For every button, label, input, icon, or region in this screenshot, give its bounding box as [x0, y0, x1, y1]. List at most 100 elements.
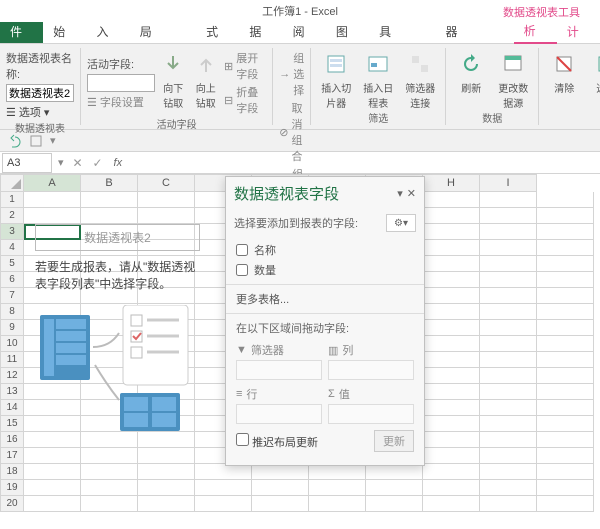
cell[interactable]	[138, 192, 195, 208]
cell[interactable]	[537, 240, 594, 256]
cell[interactable]	[537, 272, 594, 288]
cell[interactable]	[366, 480, 423, 496]
cancel-formula-button[interactable]: ✕	[68, 156, 88, 170]
row-header[interactable]: 16	[0, 432, 24, 448]
cell[interactable]	[423, 464, 480, 480]
drill-up-button[interactable]: 向上钻取	[192, 50, 221, 116]
cell[interactable]	[423, 384, 480, 400]
cell[interactable]	[537, 256, 594, 272]
cell[interactable]	[423, 432, 480, 448]
cell[interactable]	[309, 464, 366, 480]
pivot-field-pane[interactable]: 数据透视表字段 ▾✕ 选择要添加到报表的字段: ⚙▾ 名称 数量 更多表格...…	[225, 176, 425, 466]
cell[interactable]	[537, 208, 594, 224]
cell[interactable]	[537, 432, 594, 448]
row-header[interactable]: 14	[0, 400, 24, 416]
cell[interactable]	[81, 448, 138, 464]
cell[interactable]	[366, 496, 423, 512]
cell[interactable]	[81, 192, 138, 208]
row-header[interactable]: 6	[0, 272, 24, 288]
cell[interactable]	[423, 496, 480, 512]
row-header[interactable]: 19	[0, 480, 24, 496]
cell[interactable]	[195, 496, 252, 512]
cell[interactable]	[480, 240, 537, 256]
select-all-button[interactable]	[0, 174, 24, 192]
insert-timeline-button[interactable]: 插入日程表	[359, 50, 397, 110]
defer-layout-checkbox[interactable]: 推迟布局更新	[236, 433, 318, 450]
cell[interactable]	[24, 464, 81, 480]
worksheet-grid[interactable]: ABCGHI 1234567891011121314151617181920 数…	[0, 174, 600, 529]
clear-button[interactable]: 清除	[545, 50, 583, 123]
cell[interactable]	[480, 496, 537, 512]
cell[interactable]	[81, 480, 138, 496]
cell[interactable]	[252, 496, 309, 512]
cell[interactable]	[537, 288, 594, 304]
cell[interactable]	[423, 208, 480, 224]
cell[interactable]	[138, 480, 195, 496]
columns-drop-area[interactable]	[328, 360, 414, 380]
cell[interactable]	[480, 208, 537, 224]
row-header[interactable]: 17	[0, 448, 24, 464]
cell[interactable]	[195, 480, 252, 496]
more-tables-link[interactable]: 更多表格...	[226, 285, 424, 314]
column-header[interactable]: A	[24, 174, 81, 192]
drill-down-button[interactable]: 向下钻取	[159, 50, 188, 116]
cell[interactable]	[366, 464, 423, 480]
cell[interactable]	[423, 448, 480, 464]
field-checkbox-name[interactable]: 名称	[236, 240, 414, 260]
row-header[interactable]: 9	[0, 320, 24, 336]
enter-formula-button[interactable]: ✓	[88, 156, 108, 170]
cell[interactable]	[138, 464, 195, 480]
cell[interactable]	[252, 464, 309, 480]
cell[interactable]	[537, 336, 594, 352]
values-drop-area[interactable]	[328, 404, 414, 424]
pivot-name-input[interactable]	[6, 84, 74, 102]
cell[interactable]	[81, 496, 138, 512]
name-box[interactable]: A3	[2, 153, 52, 173]
cell[interactable]	[537, 192, 594, 208]
cell[interactable]	[423, 224, 480, 240]
cell[interactable]	[252, 480, 309, 496]
cell[interactable]	[423, 272, 480, 288]
cell[interactable]	[309, 496, 366, 512]
column-header[interactable]: C	[138, 174, 195, 192]
fx-button[interactable]: fx	[108, 157, 129, 169]
column-header[interactable]: H	[423, 174, 480, 192]
row-header[interactable]: 11	[0, 352, 24, 368]
cell[interactable]	[423, 368, 480, 384]
cell[interactable]	[537, 480, 594, 496]
row-header[interactable]: 4	[0, 240, 24, 256]
cell[interactable]	[309, 480, 366, 496]
field-pane-gear-button[interactable]: ⚙▾	[386, 214, 416, 232]
row-header[interactable]: 7	[0, 288, 24, 304]
cell[interactable]	[480, 384, 537, 400]
cell[interactable]	[537, 464, 594, 480]
cell[interactable]	[537, 320, 594, 336]
cell[interactable]	[480, 336, 537, 352]
cell[interactable]	[480, 272, 537, 288]
select-button[interactable]: 选择	[587, 50, 600, 123]
cell[interactable]	[423, 320, 480, 336]
row-header[interactable]: 8	[0, 304, 24, 320]
cell[interactable]	[423, 480, 480, 496]
row-header[interactable]: 1	[0, 192, 24, 208]
column-header[interactable]: I	[480, 174, 537, 192]
cell[interactable]	[423, 304, 480, 320]
cell[interactable]	[138, 208, 195, 224]
cell[interactable]	[480, 432, 537, 448]
qat-dropdown[interactable]: ▾	[50, 134, 56, 147]
cell[interactable]	[480, 256, 537, 272]
field-settings-button[interactable]: ☰字段设置	[87, 94, 155, 110]
cell[interactable]	[24, 480, 81, 496]
cell[interactable]	[480, 400, 537, 416]
pivot-options-button[interactable]: ☰选项 ▾	[6, 104, 74, 120]
cell[interactable]	[423, 336, 480, 352]
cell[interactable]	[480, 352, 537, 368]
cell[interactable]	[537, 496, 594, 512]
row-header[interactable]: 13	[0, 384, 24, 400]
filter-drop-area[interactable]	[236, 360, 322, 380]
cell[interactable]	[537, 352, 594, 368]
row-header[interactable]: 18	[0, 464, 24, 480]
undo-button[interactable]	[6, 133, 22, 149]
cell[interactable]	[423, 400, 480, 416]
cell[interactable]	[537, 224, 594, 240]
